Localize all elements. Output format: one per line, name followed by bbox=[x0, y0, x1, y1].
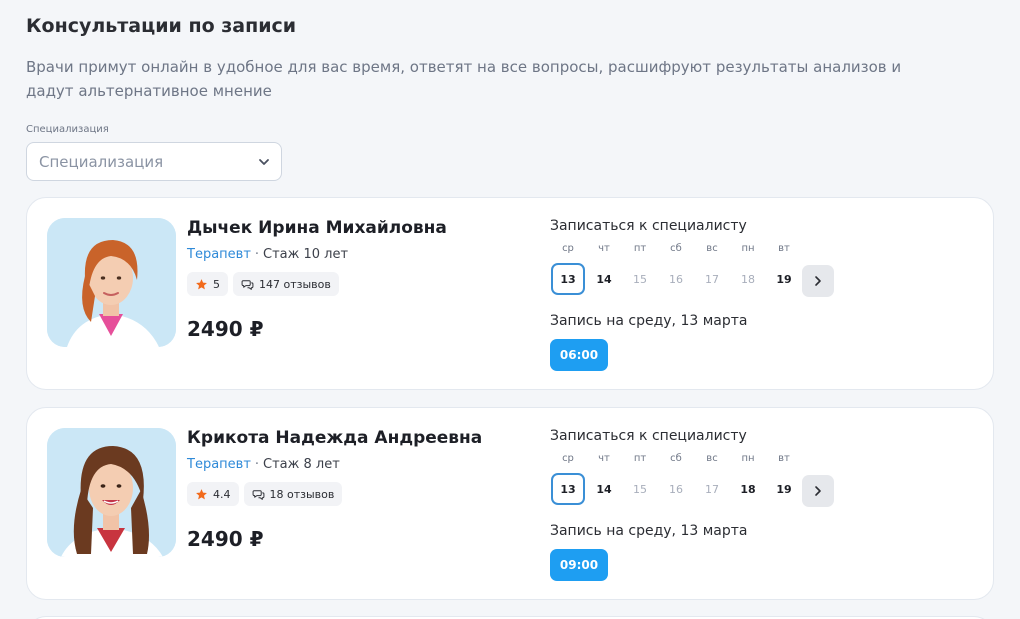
weekday-label: вс bbox=[706, 243, 718, 254]
date-button-disabled: 15 bbox=[633, 482, 647, 496]
weekday-label: ср bbox=[562, 243, 574, 254]
doctor-name[interactable]: Крикота Надежда Андреевна bbox=[187, 428, 482, 448]
schedule-title: Записаться к специалисту bbox=[550, 218, 747, 234]
chevron-down-icon bbox=[259, 158, 269, 165]
weekday-label: ср bbox=[562, 453, 574, 464]
rating-value: 4.4 bbox=[213, 487, 231, 501]
weekday-label: чт bbox=[598, 243, 610, 254]
doctor-experience: Стаж 10 лет bbox=[263, 247, 349, 262]
star-icon bbox=[196, 488, 207, 499]
schedule-title: Записаться к специалисту bbox=[550, 428, 747, 444]
reviews-count: 147 отзывов bbox=[259, 277, 331, 291]
date-button-disabled: 17 bbox=[705, 482, 719, 496]
doctor-card: Дычек Ирина Михайловна Терапевт · Стаж 1… bbox=[26, 197, 994, 390]
date-option: пн 18 bbox=[730, 453, 766, 505]
selected-date-title: Запись на среду, 13 марта bbox=[550, 523, 748, 539]
weekday-label: вс bbox=[706, 453, 718, 464]
date-option: сб 16 bbox=[658, 243, 694, 295]
date-option: чт 14 bbox=[586, 453, 622, 505]
doctor-meta: Терапевт · Стаж 8 лет bbox=[187, 457, 340, 472]
chevron-right-icon bbox=[815, 486, 821, 496]
weekday-label: пн bbox=[741, 243, 755, 254]
date-button[interactable]: 19 bbox=[767, 263, 801, 295]
chat-bubbles-icon bbox=[252, 489, 264, 500]
date-option: вс 17 bbox=[694, 243, 730, 295]
specialization-placeholder: Специализация bbox=[39, 152, 164, 171]
date-option: ср 13 bbox=[550, 243, 586, 295]
date-button[interactable]: 19 bbox=[767, 473, 801, 505]
time-slot-button[interactable]: 09:00 bbox=[550, 549, 608, 581]
weekday-label: вт bbox=[778, 243, 790, 254]
chat-bubbles-icon bbox=[241, 279, 254, 290]
reviews-badge[interactable]: 147 отзывов bbox=[233, 272, 339, 296]
doctor-badges: 4.4 18 отзывов bbox=[187, 482, 343, 506]
chevron-right-icon bbox=[815, 276, 821, 286]
time-slot-button[interactable]: 06:00 bbox=[550, 339, 608, 371]
date-option: вс 17 bbox=[694, 453, 730, 505]
specialization-select[interactable]: Специализация bbox=[26, 142, 282, 181]
weekday-label: вт bbox=[778, 453, 790, 464]
separator-dot: · bbox=[254, 247, 260, 262]
star-icon bbox=[196, 278, 207, 289]
date-button-disabled: 18 bbox=[741, 272, 755, 286]
doctor-card: Крикота Надежда Андреевна Терапевт · Ста… bbox=[26, 407, 994, 600]
weekday-label: сб bbox=[670, 243, 682, 254]
date-button-selected[interactable]: 13 bbox=[551, 473, 585, 505]
selected-date-title: Запись на среду, 13 марта bbox=[550, 313, 748, 329]
separator-dot: · bbox=[254, 457, 260, 472]
rating-badge: 4.4 bbox=[187, 482, 239, 506]
doctor-badges: 5 147 отзывов bbox=[187, 272, 339, 296]
rating-badge: 5 bbox=[187, 272, 228, 296]
date-option: сб 16 bbox=[658, 453, 694, 505]
date-picker: ср 13 чт 14 пт 15 сб 16 вс 17 пн 18 вт 19 bbox=[550, 243, 802, 295]
doctor-photo[interactable] bbox=[47, 428, 176, 557]
date-button[interactable]: 14 bbox=[587, 263, 621, 295]
doctor-photo[interactable] bbox=[47, 218, 176, 347]
next-dates-button[interactable] bbox=[802, 475, 834, 507]
date-button-selected[interactable]: 13 bbox=[551, 263, 585, 295]
doctor-portrait-image bbox=[47, 218, 176, 347]
date-option: вт 19 bbox=[766, 453, 802, 505]
reviews-count: 18 отзывов bbox=[269, 487, 335, 501]
doctor-portrait-image bbox=[47, 428, 176, 557]
date-button-disabled: 16 bbox=[669, 482, 683, 496]
date-option: пт 15 bbox=[622, 243, 658, 295]
doctor-specialty-link[interactable]: Терапевт bbox=[187, 457, 251, 472]
date-button-disabled: 15 bbox=[633, 272, 647, 286]
consultations-page: Консультации по записи Врачи примут онла… bbox=[0, 0, 1020, 619]
date-option: вт 19 bbox=[766, 243, 802, 295]
doctor-specialty-link[interactable]: Терапевт bbox=[187, 247, 251, 262]
specialization-label: Специализация bbox=[26, 124, 109, 135]
consultation-price: 2490 ₽ bbox=[187, 527, 264, 551]
date-button-disabled: 17 bbox=[705, 272, 719, 286]
weekday-label: пн bbox=[741, 453, 755, 464]
date-button[interactable]: 18 bbox=[731, 473, 765, 505]
date-option: пт 15 bbox=[622, 453, 658, 505]
rating-value: 5 bbox=[213, 277, 220, 291]
weekday-label: пт bbox=[633, 453, 647, 464]
date-option: пн 18 bbox=[730, 243, 766, 295]
consultation-price: 2490 ₽ bbox=[187, 317, 264, 341]
date-picker: ср 13 чт 14 пт 15 сб 16 вс 17 пн 18 вт 19 bbox=[550, 453, 802, 505]
doctor-experience: Стаж 8 лет bbox=[263, 457, 340, 472]
date-option: ср 13 bbox=[550, 453, 586, 505]
doctor-meta: Терапевт · Стаж 10 лет bbox=[187, 247, 348, 262]
page-subtitle: Врачи примут онлайн в удобное для вас вр… bbox=[26, 58, 902, 100]
date-option: чт 14 bbox=[586, 243, 622, 295]
date-button-disabled: 16 bbox=[669, 272, 683, 286]
page-title: Консультации по записи bbox=[26, 15, 297, 37]
doctor-name[interactable]: Дычек Ирина Михайловна bbox=[187, 218, 447, 238]
next-dates-button[interactable] bbox=[802, 265, 834, 297]
weekday-label: пт bbox=[633, 243, 647, 254]
date-button[interactable]: 14 bbox=[587, 473, 621, 505]
reviews-badge[interactable]: 18 отзывов bbox=[243, 482, 343, 506]
weekday-label: чт bbox=[598, 453, 610, 464]
weekday-label: сб bbox=[670, 453, 682, 464]
